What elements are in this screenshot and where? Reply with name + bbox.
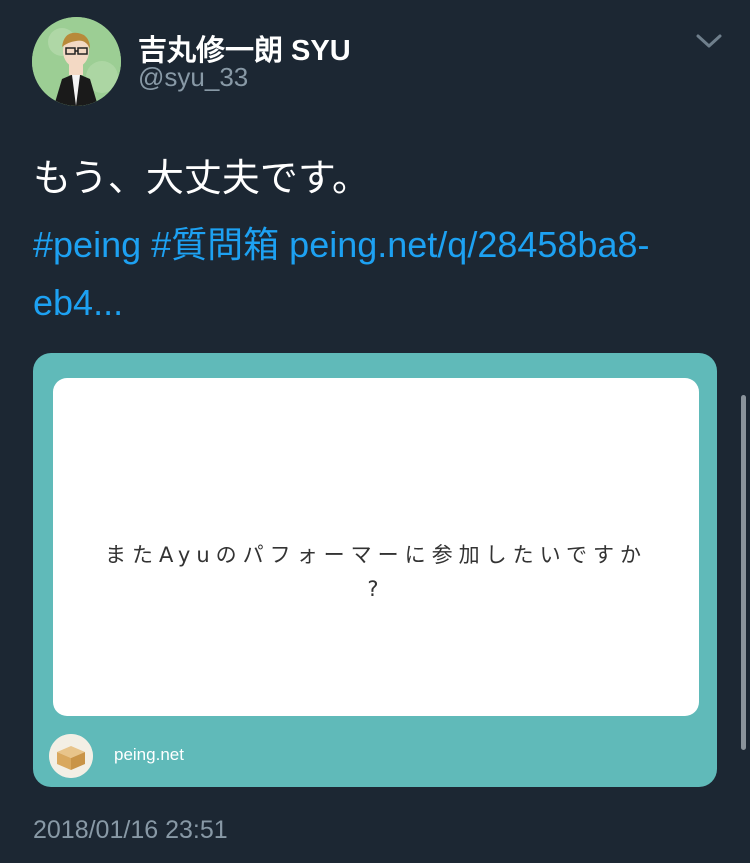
tweet-links: #peing #質問箱 peing.net/q/28458ba8-eb4... bbox=[33, 216, 723, 332]
avatar-illustration bbox=[32, 17, 121, 106]
question-line: またAyuのパフォーマーに参加したいですか bbox=[104, 543, 648, 567]
scrollbar[interactable] bbox=[741, 395, 746, 750]
question-card-image: またAyuのパフォーマーに参加したいですか ? bbox=[53, 378, 699, 716]
chevron-down-icon[interactable] bbox=[694, 30, 724, 52]
hashtag-link[interactable]: #peing bbox=[33, 224, 141, 265]
tweet-text: もう、大丈夫です。 bbox=[33, 158, 371, 200]
cardboard-box-icon bbox=[49, 734, 93, 778]
avatar[interactable] bbox=[32, 17, 121, 106]
question-line: ? bbox=[367, 577, 385, 601]
card-domain: peing.net bbox=[114, 745, 184, 764]
user-handle[interactable]: @syu_33 bbox=[138, 62, 248, 93]
link-card[interactable]: またAyuのパフォーマーに参加したいですか ? peing.net bbox=[33, 353, 717, 787]
hashtag-link[interactable]: #質問箱 bbox=[151, 224, 279, 265]
question-text: またAyuのパフォーマーに参加したいですか ? bbox=[53, 538, 699, 606]
tweet-timestamp[interactable]: 2018/01/16 23:51 bbox=[33, 816, 228, 845]
